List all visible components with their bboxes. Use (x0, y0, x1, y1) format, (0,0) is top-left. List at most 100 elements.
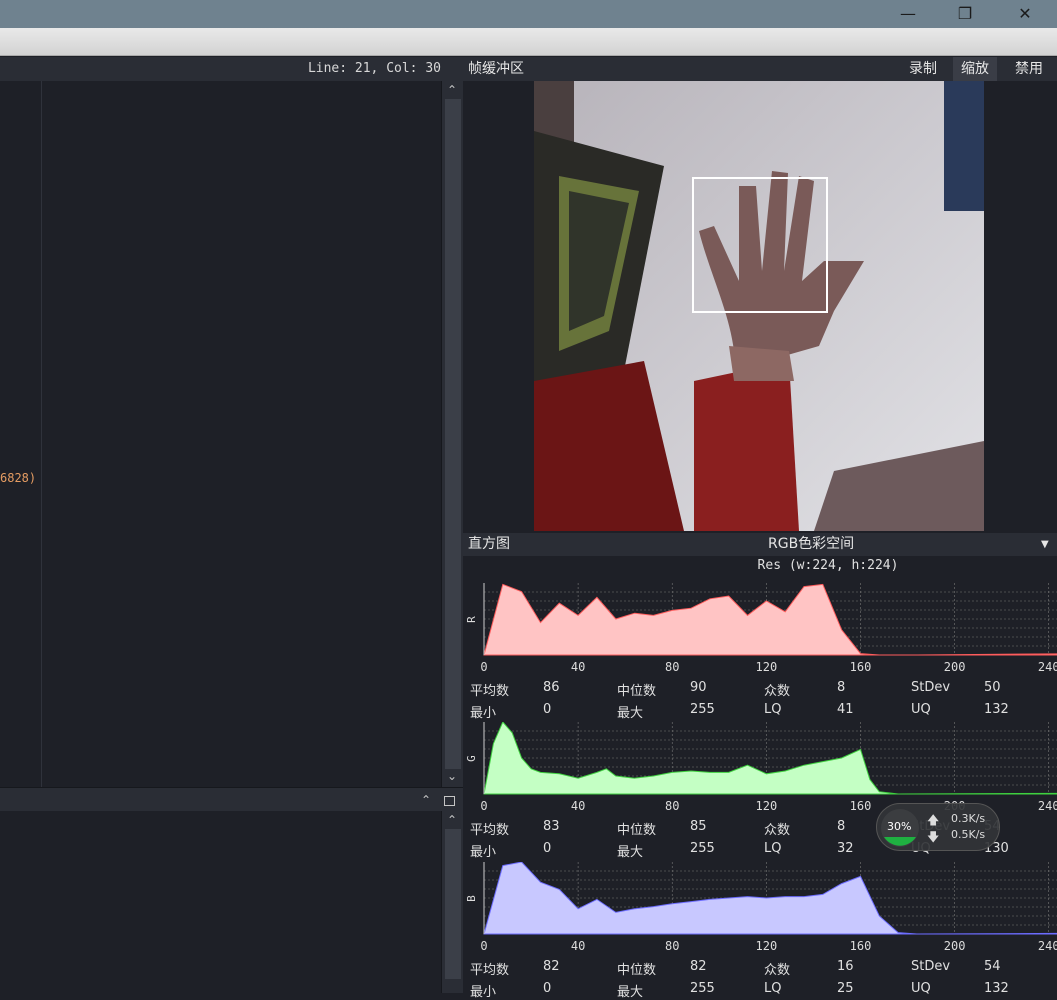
x-tick-label: 160 (849, 799, 872, 813)
x-tick-label: 80 (665, 939, 680, 953)
terminal-panel[interactable] (0, 811, 441, 993)
stat-value-median: 90 (690, 680, 707, 695)
window-titlebar: — ❐ ✕ (0, 0, 1057, 28)
colorspace-select[interactable]: RGB色彩空间 (768, 533, 854, 556)
stat-value-mean: 82 (543, 959, 560, 974)
cpu-percent: 30% (887, 820, 912, 833)
x-tick-label: 120 (755, 939, 778, 953)
minimize-icon: — (900, 4, 916, 23)
framebuffer-view (463, 81, 1057, 531)
stat-value-uq: 132 (984, 702, 1009, 717)
x-tick-label: 160 (849, 939, 872, 953)
histogram-resolution: Res (w:224, h:224) (757, 558, 899, 573)
record-button[interactable]: 录制 (901, 57, 945, 81)
scroll-thumb[interactable] (445, 829, 461, 979)
stat-value-min: 0 (543, 841, 552, 856)
stat-label-median: 中位数 (617, 684, 657, 699)
stat-value-min: 0 (543, 702, 552, 717)
scroll-thumb[interactable] (445, 99, 461, 769)
scroll-up-icon[interactable]: ⌃ (442, 83, 462, 97)
stat-label-lq: LQ (764, 981, 782, 996)
stat-label-mean: 平均数 (470, 684, 510, 699)
restore-icon: ❐ (957, 4, 973, 23)
stat-label-median: 中位数 (617, 823, 657, 838)
framebuffer-header: 帧缓冲区 录制 缩放 禁用 (463, 57, 1057, 81)
x-tick-label: 120 (755, 799, 778, 813)
x-tick-label: 0 (480, 939, 488, 953)
x-tick-label: 200 (943, 939, 966, 953)
histogram-chart-b (483, 862, 1057, 935)
chevron-down-icon[interactable]: ▼ (1041, 533, 1049, 556)
stat-value-min: 0 (543, 981, 552, 996)
y-axis-label: G (464, 755, 478, 762)
stat-label-lq: LQ (764, 702, 782, 717)
scroll-down-icon[interactable]: ⌄ (442, 769, 462, 783)
stat-value-lq: 25 (837, 981, 854, 996)
x-tick-label: 240 (1037, 939, 1057, 953)
restore-button[interactable]: ❐ (942, 0, 988, 28)
histogram-area (483, 583, 1057, 656)
x-tick-label: 40 (570, 799, 586, 813)
stat-value-uq: 132 (984, 981, 1009, 996)
stat-label-min: 最小 (470, 845, 497, 860)
stat-label-uq: UQ (911, 702, 931, 717)
stat-value-median: 85 (690, 819, 707, 834)
editor-scrollbar[interactable]: ⌃ ⌄ (441, 81, 463, 787)
stat-label-mode: 众数 (764, 684, 791, 699)
code-text: 6828) (0, 471, 37, 485)
stat-value-max: 255 (690, 702, 715, 717)
stat-label-mean: 平均数 (470, 823, 510, 838)
disable-button[interactable]: 禁用 (1007, 57, 1051, 81)
x-tick-label: 160 (849, 660, 872, 674)
code-editor[interactable]: 6828) (0, 81, 441, 787)
x-tick-label: 0 (480, 799, 488, 813)
stat-value-median: 82 (690, 959, 707, 974)
stat-value-mean: 86 (543, 680, 560, 695)
stat-label-max: 最大 (617, 706, 644, 721)
framebuffer-title: 帧缓冲区 (468, 61, 524, 77)
toolbar (0, 28, 1057, 56)
close-button[interactable]: ✕ (1002, 0, 1048, 28)
stat-value-max: 255 (690, 981, 715, 996)
terminal-scrollbar[interactable]: ⌃ (441, 811, 463, 993)
x-tick-label: 200 (943, 660, 966, 674)
stat-value-stdev: 50 (984, 680, 1001, 695)
close-icon: ✕ (1018, 4, 1032, 23)
minimize-button[interactable]: — (885, 0, 931, 28)
stat-label-stdev: StDev (911, 959, 951, 974)
stat-label-stdev: StDev (911, 680, 951, 695)
histogram-chart-g (483, 722, 1057, 795)
chevron-up-icon[interactable]: ⌃ (416, 793, 436, 807)
y-axis-label: R (464, 616, 478, 623)
stat-label-lq: LQ (764, 841, 782, 856)
stat-value-mean: 83 (543, 819, 560, 834)
maximize-panel-icon[interactable] (444, 796, 455, 806)
histogram-title: 直方图 (468, 536, 510, 552)
x-tick-label: 0 (480, 660, 488, 674)
stat-label-mean: 平均数 (470, 963, 510, 978)
stat-value-mode: 16 (837, 959, 854, 974)
stat-label-uq: UQ (911, 981, 931, 996)
x-tick-label: 80 (665, 799, 680, 813)
histogram-header: 直方图 RGB色彩空间 ▼ (463, 533, 1057, 556)
scroll-up-icon[interactable]: ⌃ (442, 813, 462, 827)
x-tick-label: 40 (570, 660, 586, 674)
stat-value-mode: 8 (837, 819, 846, 834)
stat-label-mode: 众数 (764, 823, 791, 838)
network-monitor-widget[interactable]: 30% 🡅 🡇 0.3K/s 0.5K/s (876, 803, 1000, 851)
stat-label-min: 最小 (470, 985, 497, 1000)
zoom-button[interactable]: 缩放 (953, 57, 997, 81)
y-axis-label: B (464, 895, 478, 902)
histogram-chart-r (483, 583, 1057, 656)
stat-label-min: 最小 (470, 706, 497, 721)
histogram-panel: Res (w:224, h:224) R 0 40 80 120 160 200 240 平均数… (463, 556, 1057, 1000)
upload-speed: 0.3K/s (951, 812, 986, 825)
stat-label-max: 最大 (617, 985, 644, 1000)
stat-value-mode: 8 (837, 680, 846, 695)
stat-value-max: 255 (690, 841, 715, 856)
x-tick-label: 40 (570, 939, 586, 953)
terminal-header: ⌃ (0, 787, 463, 811)
x-tick-label: 80 (665, 660, 680, 674)
download-speed: 0.5K/s (951, 828, 986, 841)
stat-value-lq: 41 (837, 702, 854, 717)
